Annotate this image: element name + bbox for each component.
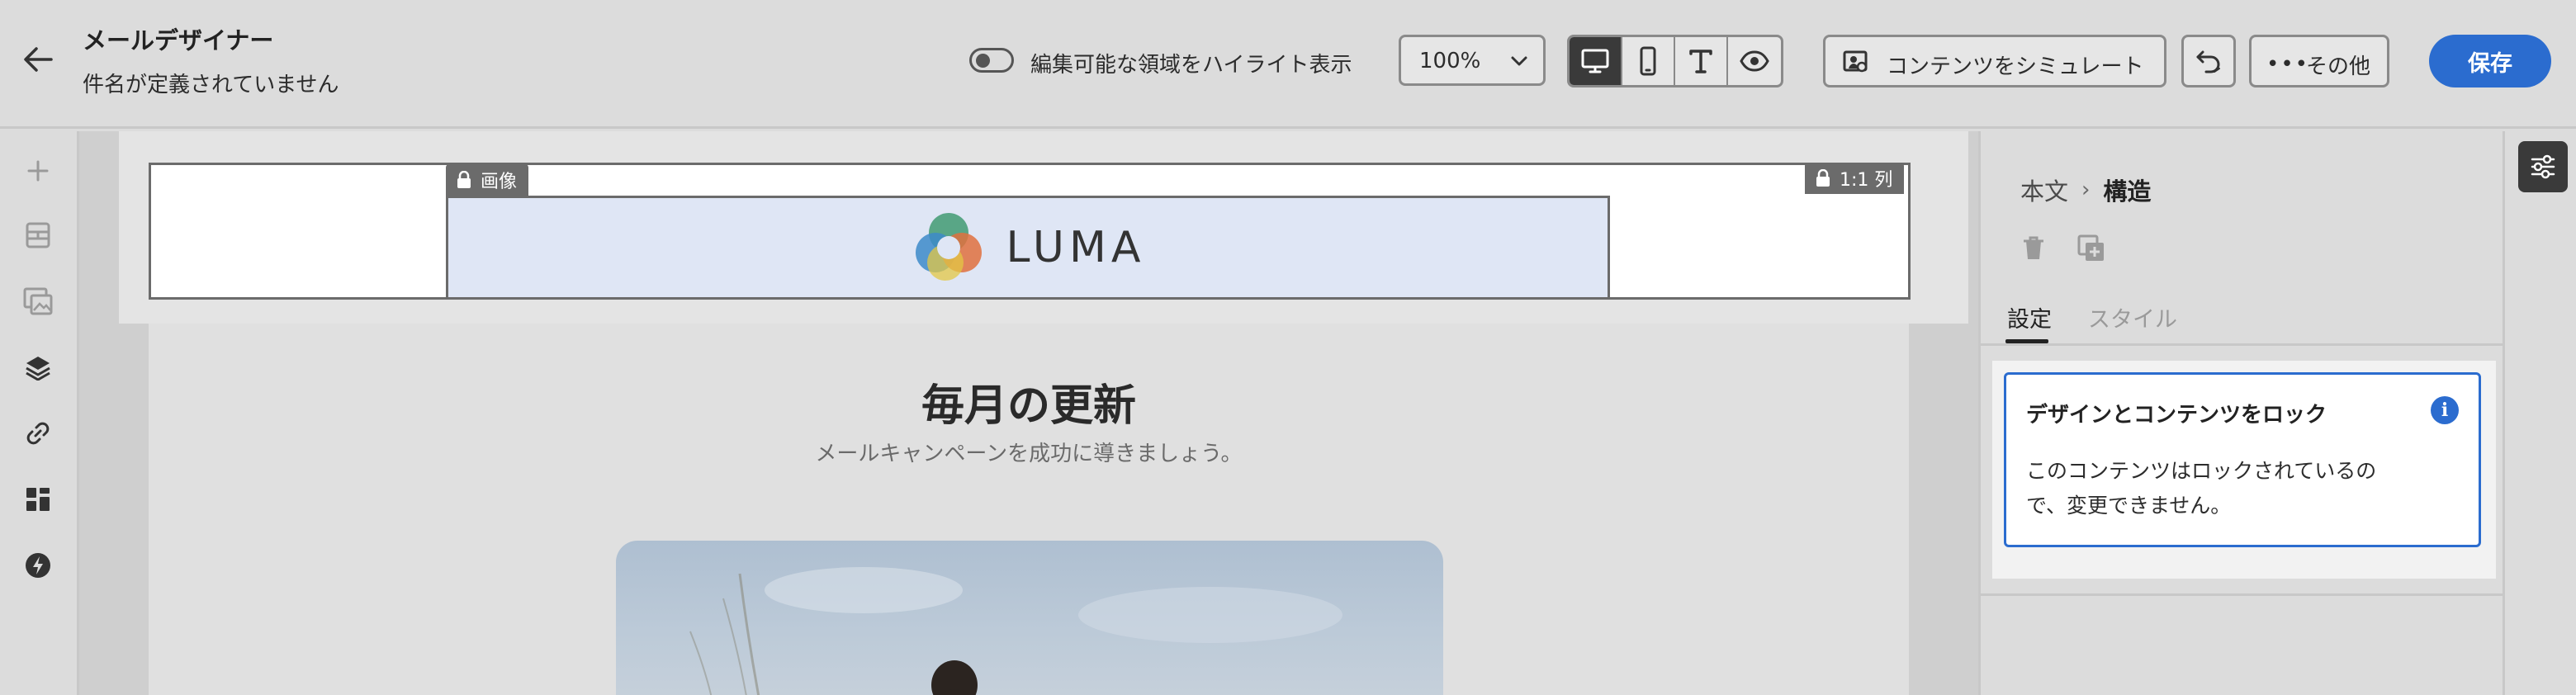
plus-icon[interactable] (18, 151, 58, 191)
column-structure-tag: 1:1 列 (1805, 163, 1905, 194)
lock-design-card: デザインとコンテンツをロック i このコンテンツはロックされているので、変更でき… (2004, 372, 2481, 547)
lock-card-description: このコンテンツはロックされているので、変更できません。 (2026, 459, 2377, 518)
text-icon (1689, 50, 1712, 73)
back-arrow-icon[interactable] (18, 40, 58, 79)
breadcrumb: 本文 › 構造 (2020, 173, 2151, 207)
breadcrumb-current: 構造 (2103, 177, 2152, 206)
info-icon[interactable]: i (2431, 396, 2459, 424)
active-tab-indicator (2005, 339, 2048, 343)
lightning-icon[interactable] (18, 546, 58, 585)
image-tag-label: 画像 (481, 172, 518, 192)
toggle-knob (976, 54, 990, 68)
highlight-toggle-label: 編集可能な領域をハイライト表示 (1030, 53, 1352, 78)
app-title: メールデザイナー (83, 26, 274, 54)
tab-style[interactable]: スタイル (2088, 301, 2177, 333)
lock-card-container: デザインとコンテンツをロック i このコンテンツはロックされているので、変更でき… (1992, 361, 2496, 579)
view-mode-group (1567, 35, 1783, 87)
sliders-icon (2531, 154, 2555, 179)
zoom-value: 100% (1419, 49, 1481, 73)
more-button[interactable]: ••• その他 (2249, 35, 2389, 87)
fragments-icon[interactable] (18, 480, 58, 519)
chevron-down-icon (1511, 56, 1527, 66)
eye-icon (1740, 50, 1769, 72)
logo-image-component[interactable]: LUMA (446, 196, 1610, 300)
save-button[interactable]: 保存 (2429, 35, 2551, 87)
luma-logo-mark-icon (915, 213, 982, 281)
luma-logo: LUMA (448, 198, 1608, 297)
mobile-view-button[interactable] (1622, 37, 1676, 85)
undo-button[interactable] (2181, 35, 2236, 87)
properties-panel: 本文 › 構造 設定 スタイル デザインとコンテンツをロック i このコンテンツ… (1978, 131, 2505, 695)
desktop-icon (1581, 49, 1609, 73)
layers-icon[interactable] (18, 348, 58, 387)
breadcrumb-separator: › (2081, 177, 2091, 202)
lock-icon (457, 171, 471, 188)
panel-tabs: 設定 スタイル (1981, 293, 2503, 346)
hero-photo (689, 567, 1342, 695)
email-tagline[interactable]: メールキャンペーンを成功に導きましょう。 (79, 437, 1978, 467)
far-right-rail (2505, 131, 2576, 695)
simulate-label: コンテンツをシミュレート (1887, 54, 2144, 79)
more-dots-icon: ••• (2266, 52, 2310, 77)
trash-icon[interactable] (2017, 232, 2050, 265)
hero-image[interactable] (616, 541, 1443, 695)
simulate-icon (1843, 50, 1868, 73)
link-icon[interactable] (18, 414, 58, 453)
structure-icon[interactable] (18, 215, 58, 255)
more-label: その他 (2306, 54, 2371, 79)
undo-icon (2196, 50, 2220, 73)
desktop-view-button[interactable] (1570, 37, 1623, 85)
logo-text: LUMA (1006, 223, 1146, 272)
left-tool-rail (0, 131, 79, 695)
lock-card-title: デザインとコンテンツをロック (2026, 403, 2327, 428)
subject-line: 件名が定義されていません (83, 73, 339, 97)
duplicate-icon[interactable] (2075, 232, 2108, 265)
breadcrumb-parent[interactable]: 本文 (2020, 173, 2068, 207)
app-header: メールデザイナー 件名が定義されていません 編集可能な領域をハイライト表示 10… (0, 0, 2576, 129)
lock-icon (1816, 169, 1830, 187)
properties-toggle-button[interactable] (2518, 141, 2568, 192)
image-gallery-icon[interactable] (18, 281, 58, 321)
simulate-content-button[interactable]: コンテンツをシミュレート (1823, 35, 2166, 87)
highlight-toggle[interactable] (969, 48, 1014, 73)
email-headline[interactable]: 毎月の更新 (79, 371, 1978, 433)
image-component-tag: 画像 (446, 164, 529, 196)
column-tag-label: 1:1 列 (1840, 170, 1893, 191)
tab-settings[interactable]: 設定 (2007, 301, 2052, 333)
mobile-icon (1640, 46, 1656, 76)
preview-button[interactable] (1728, 37, 1781, 85)
panel-divider (1981, 593, 2503, 596)
text-view-button[interactable] (1675, 37, 1729, 85)
email-canvas: LUMA 画像 1:1 列 毎月の更新 メールキャンペーンを成功に導きましょう。 (79, 131, 1978, 695)
zoom-select[interactable]: 100% (1399, 35, 1546, 86)
